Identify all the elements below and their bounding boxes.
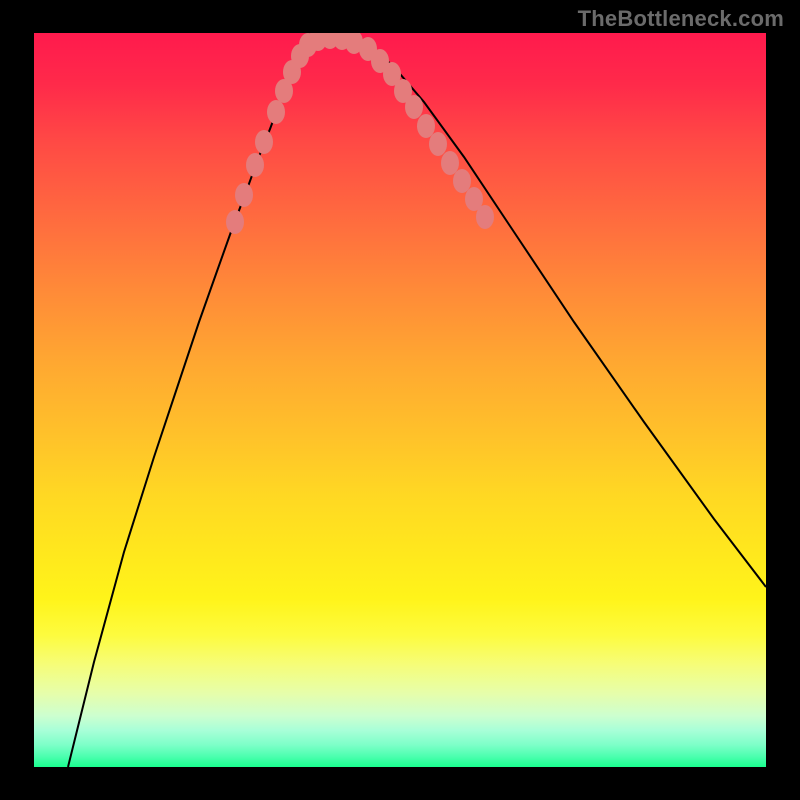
curve-dot: [453, 169, 471, 193]
curve-dot: [267, 100, 285, 124]
curve-dots: [226, 33, 494, 234]
curve-dot: [235, 183, 253, 207]
curve-dot: [417, 114, 435, 138]
curve-dot: [226, 210, 244, 234]
curve-dot: [246, 153, 264, 177]
bottleneck-curve: [68, 37, 766, 767]
curve-dot: [476, 205, 494, 229]
curve-dot: [441, 151, 459, 175]
curve-dot: [255, 130, 273, 154]
watermark-text: TheBottleneck.com: [578, 6, 784, 32]
plot-area: [34, 33, 766, 767]
chart-svg: [34, 33, 766, 767]
curve-dot: [405, 95, 423, 119]
chart-frame: TheBottleneck.com: [0, 0, 800, 800]
curve-dot: [429, 132, 447, 156]
